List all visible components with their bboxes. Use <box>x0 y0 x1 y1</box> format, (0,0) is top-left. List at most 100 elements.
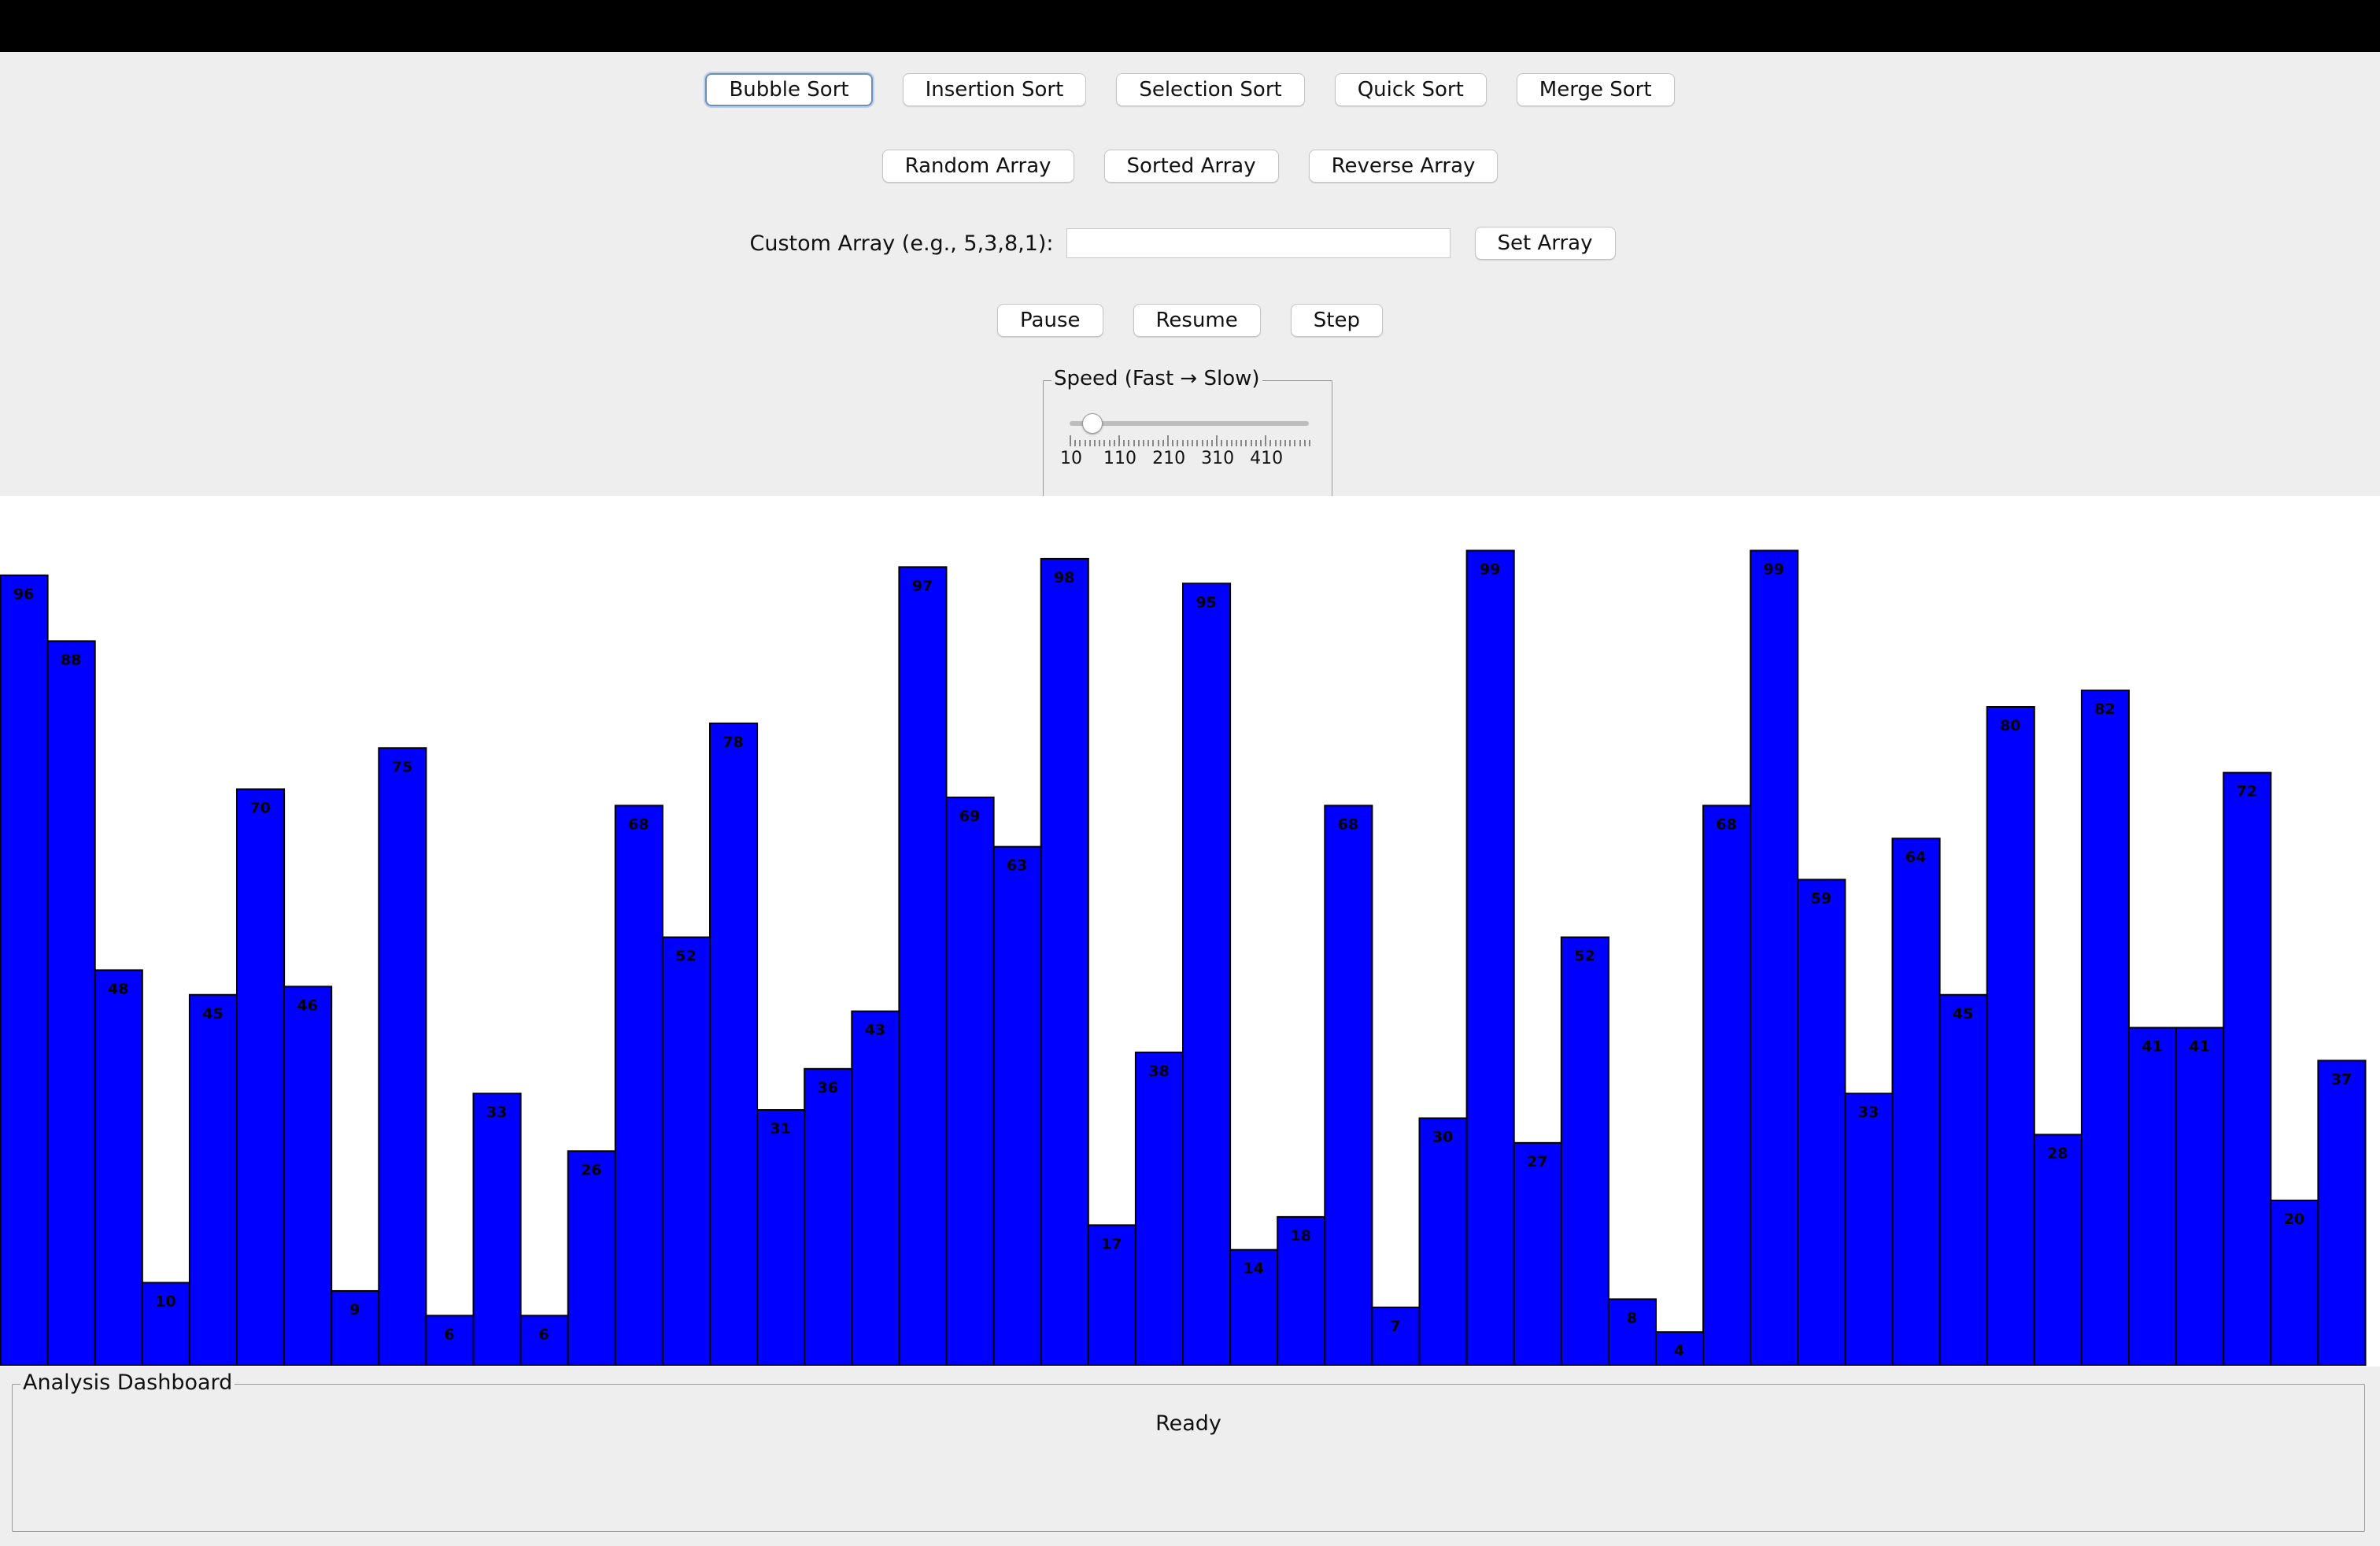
slider-tick <box>1074 440 1077 446</box>
bar-value-label: 63 <box>1007 857 1027 875</box>
speed-title: Speed (Fast → Slow) <box>1051 367 1262 390</box>
bar-value-label: 68 <box>628 816 649 833</box>
bar-value-label: 64 <box>1905 849 1926 866</box>
slider-tick <box>1206 440 1208 446</box>
bar <box>378 747 427 1366</box>
sorted-array-button[interactable]: Sorted Array <box>1103 150 1279 183</box>
bubble-sort-button[interactable]: Bubble Sort <box>705 73 873 106</box>
slider-tick <box>1103 440 1106 446</box>
bar <box>2128 1026 2178 1366</box>
bar-value-label: 6 <box>539 1326 549 1343</box>
bar <box>1891 838 1941 1366</box>
merge-sort-button[interactable]: Merge Sort <box>1516 73 1675 106</box>
bar-value-label: 70 <box>249 800 270 817</box>
speed-slider-track[interactable] <box>1070 421 1309 426</box>
slider-tick <box>1245 440 1247 446</box>
bar-value-label: 99 <box>1764 560 1784 578</box>
bar <box>1513 1141 1562 1366</box>
bar <box>851 1010 900 1367</box>
bar <box>1938 993 1988 1366</box>
set-array-button[interactable]: Set Array <box>1474 227 1616 260</box>
bar-value-label: 97 <box>912 577 933 594</box>
slider-tick <box>1177 440 1179 446</box>
slider-tick <box>1289 440 1292 446</box>
slider-tick <box>1269 440 1272 446</box>
analysis-dashboard: Analysis Dashboard Ready <box>12 1370 2365 1532</box>
controls-panel: Bubble Sort Insertion Sort Selection Sor… <box>0 52 2380 533</box>
bar-value-label: 31 <box>770 1120 790 1137</box>
bar-value-label: 4 <box>1674 1342 1684 1359</box>
bar <box>2317 1060 2367 1366</box>
slider-tick <box>1099 440 1101 446</box>
window-titlebar <box>0 0 2380 52</box>
slider-tick <box>1186 440 1188 446</box>
resume-button[interactable]: Resume <box>1133 304 1261 337</box>
slider-tick <box>1255 440 1257 446</box>
array-preset-row: Random Array Sorted Array Reverse Array <box>0 150 2380 183</box>
slider-tick <box>1157 440 1159 446</box>
slider-tick <box>1113 440 1115 446</box>
speed-tick-label: 10 <box>1060 449 1082 468</box>
bar <box>945 796 995 1366</box>
speed-slider-thumb[interactable] <box>1081 413 1103 434</box>
slider-tick <box>1299 440 1301 446</box>
bar <box>283 986 333 1366</box>
bar <box>804 1067 853 1366</box>
custom-array-label: Custom Array (e.g., 5,3,8,1): <box>749 231 1054 256</box>
bar-value-label: 48 <box>108 980 128 997</box>
slider-tick <box>1284 440 1286 446</box>
bar-value-label: 68 <box>1338 816 1358 833</box>
slider-tick <box>1172 440 1174 446</box>
bar <box>898 566 948 1367</box>
speed-slider-ticks <box>1070 434 1310 446</box>
selection-sort-button[interactable]: Selection Sort <box>1116 73 1305 106</box>
bar-value-label: 98 <box>1054 569 1074 586</box>
insertion-sort-button[interactable]: Insertion Sort <box>902 73 1087 106</box>
slider-tick <box>1070 435 1071 446</box>
slider-tick <box>1094 440 1096 446</box>
slider-tick <box>1123 440 1125 446</box>
dashboard-title: Analysis Dashboard <box>20 1370 235 1395</box>
slider-tick <box>1265 435 1267 446</box>
bar-chart: 9688481045704697563362668527831364397696… <box>0 549 2367 1367</box>
slider-tick <box>1167 435 1170 446</box>
bar-value-label: 75 <box>392 758 412 775</box>
slider-tick <box>1210 440 1213 446</box>
slider-tick <box>1303 440 1306 446</box>
bar-value-label: 20 <box>2284 1211 2304 1228</box>
speed-tick-label: 110 <box>1103 449 1137 468</box>
slider-tick <box>1088 440 1091 446</box>
bar-value-label: 10 <box>155 1293 176 1311</box>
bar-value-label: 6 <box>444 1326 454 1343</box>
speed-tick-label: 310 <box>1201 449 1235 468</box>
slider-tick <box>1259 440 1262 446</box>
bar-value-label: 9 <box>349 1301 360 1319</box>
bar-value-label: 18 <box>1291 1227 1311 1245</box>
quick-sort-button[interactable]: Quick Sort <box>1334 73 1487 106</box>
slider-tick <box>1079 440 1081 446</box>
bar-value-label: 43 <box>865 1022 885 1039</box>
bar-value-label: 88 <box>61 651 81 668</box>
slider-tick <box>1230 440 1232 446</box>
reverse-array-button[interactable]: Reverse Array <box>1308 150 1499 183</box>
bar <box>1134 1051 1184 1367</box>
slider-tick <box>1143 440 1145 446</box>
bar-value-label: 52 <box>675 948 696 965</box>
bar-value-label: 52 <box>1574 948 1595 965</box>
speed-tick-label: 410 <box>1250 449 1284 468</box>
bar <box>614 804 663 1366</box>
pause-button[interactable]: Pause <box>997 304 1103 337</box>
bar <box>1844 1093 1894 1367</box>
bar <box>236 788 286 1366</box>
bar-value-label: 46 <box>297 997 317 1014</box>
bar-chart-area: 96 88 48 10 45 70 46 9 75 6 33 6 26 68 52 78 31 36 43 97 69 6… <box>0 496 2380 1367</box>
bar <box>2223 771 2272 1367</box>
slider-tick <box>1108 440 1111 446</box>
bar <box>709 722 759 1366</box>
step-button[interactable]: Step <box>1290 304 1383 337</box>
playback-row: Pause Resume Step <box>0 304 2380 337</box>
slider-tick <box>1216 435 1218 446</box>
custom-array-row: Custom Array (e.g., 5,3,8,1): Set Array <box>0 227 2380 260</box>
custom-array-input[interactable] <box>1066 228 1451 258</box>
random-array-button[interactable]: Random Array <box>881 150 1074 183</box>
